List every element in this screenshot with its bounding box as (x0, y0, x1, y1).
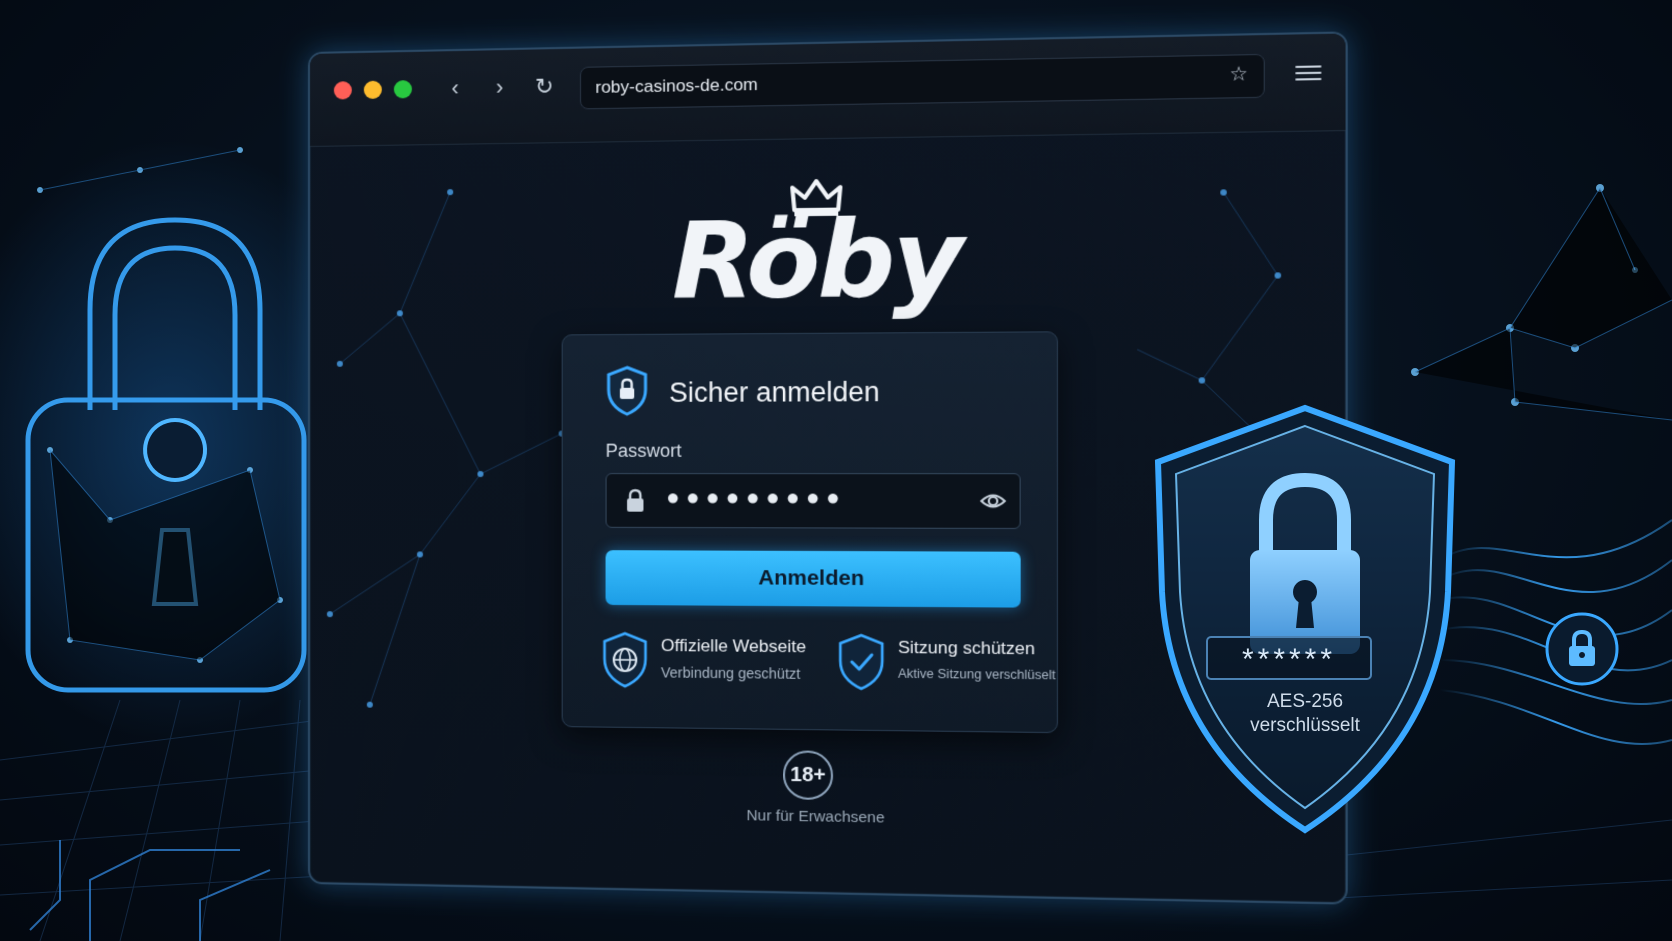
shield-globe-icon (601, 631, 648, 688)
reload-icon[interactable]: ↻ (531, 73, 557, 100)
feature-subtitle: Verbindung geschützt (660, 664, 801, 682)
feature-official-website: Offizielle Webseite Verbindung geschützt (601, 629, 818, 696)
close-window-button[interactable] (333, 81, 352, 100)
show-password-eye-icon[interactable] (979, 489, 1007, 514)
login-title: Sicher anmelden (669, 376, 880, 408)
encryption-standard: AES-256 (1266, 691, 1344, 712)
login-submit-button[interactable]: Anmelden (605, 550, 1021, 608)
feature-title: Offizielle Webseite (660, 635, 807, 657)
maximize-window-button[interactable] (393, 80, 412, 99)
password-field[interactable]: ●●●●●●●●● (605, 473, 1021, 530)
feature-session-protection: Sitzung schützen Aktive Sitzung verschlü… (837, 631, 1055, 699)
encryption-status: verschlüsselt (1250, 715, 1360, 736)
bookmark-star-icon[interactable]: ☆ (1227, 64, 1251, 87)
brand-logo: Röby (671, 195, 961, 324)
forward-icon[interactable]: › (487, 74, 513, 101)
feature-title: Sitzung schützen (898, 637, 1036, 659)
security-shield-icon (1154, 404, 1456, 834)
shield-check-icon (837, 633, 885, 691)
address-bar[interactable]: roby-casinos-de.com ☆ (580, 53, 1265, 110)
feature-subtitle: Aktive Sitzung verschlüselt (898, 666, 1056, 683)
small-lock-circle-icon (1545, 612, 1619, 686)
browser-toolbar: ‹ › ↻ roby-casinos-de.com ☆ (309, 33, 1346, 147)
shield-lock-icon (606, 365, 649, 416)
menu-icon[interactable] (1295, 61, 1322, 85)
lock-icon (625, 488, 646, 512)
encryption-label: AES-256 verschlüsselt (1198, 690, 1412, 738)
password-label: Passwort (605, 440, 682, 461)
masked-password-display: ****** (1206, 636, 1372, 680)
minimize-window-button[interactable] (363, 80, 382, 100)
back-icon[interactable]: ‹ (442, 75, 468, 102)
url-text: roby-casinos-de.com (595, 74, 758, 97)
age-badge: 18+ (782, 750, 834, 801)
password-value: ●●●●●●●●● (666, 484, 847, 511)
login-card: Sicher anmelden Passwort ●●●●●●●●● Anmel… (561, 331, 1058, 734)
